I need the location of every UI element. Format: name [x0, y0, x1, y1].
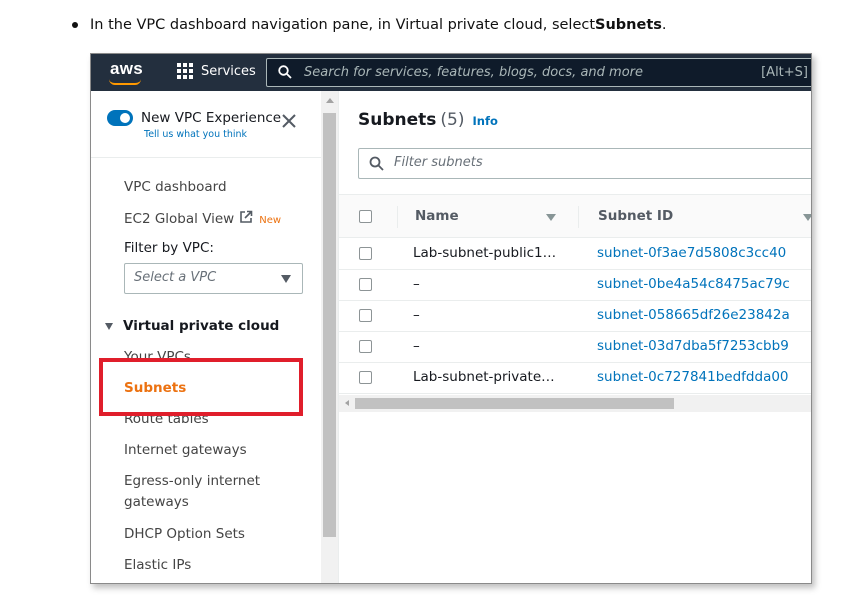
table-row[interactable]: Lab-subnet-private… subnet-0c727841bedfd…	[339, 363, 811, 394]
table-row[interactable]: – subnet-0be4a54c8475ac79c	[339, 270, 811, 301]
table-row[interactable]: – subnet-058665df26e23842a	[339, 301, 811, 332]
page-title: Subnets (5) Info	[358, 110, 498, 130]
sidebar-scrollbar[interactable]	[321, 91, 338, 583]
nav-vpc-dashboard[interactable]: VPC dashboard	[124, 179, 227, 195]
subnet-id-link[interactable]: subnet-058665df26e23842a	[597, 307, 790, 323]
table-header: Name Subnet ID	[339, 195, 811, 238]
instruction-suffix: .	[661, 17, 667, 33]
divider	[91, 157, 321, 158]
new-experience-label: New VPC Experience	[141, 110, 282, 126]
services-label: Services	[201, 63, 256, 79]
subnet-name: Lab-subnet-public1…	[413, 245, 557, 261]
bullet-icon	[72, 22, 78, 28]
table-row[interactable]: Lab-subnet-public1… subnet-0f3ae7d5808c3…	[339, 239, 811, 270]
external-link-icon	[240, 210, 253, 223]
nav-internet-gateways[interactable]: Internet gateways	[124, 442, 247, 458]
column-separator	[578, 206, 579, 228]
scrollbar-thumb[interactable]	[355, 398, 674, 409]
table-horizontal-scrollbar[interactable]	[339, 395, 811, 412]
column-header-subnet-id[interactable]: Subnet ID	[598, 208, 673, 224]
nav-elastic-ips[interactable]: Elastic IPs	[124, 557, 191, 573]
scroll-left-icon[interactable]	[345, 400, 349, 406]
nav-ec2-global-view[interactable]: EC2 Global View New	[124, 210, 281, 227]
subnet-name: –	[413, 307, 420, 323]
close-icon[interactable]	[280, 112, 298, 130]
row-checkbox[interactable]	[359, 340, 372, 353]
subnet-count: (5)	[440, 110, 465, 130]
subnet-name: Lab-subnet-private…	[413, 369, 555, 385]
nav-egress-line1: Egress-only internet	[124, 473, 261, 489]
nav-ec2-global-view-label: EC2 Global View	[124, 211, 235, 227]
select-all-checkbox[interactable]	[359, 210, 372, 223]
vpc-navigation-pane: New VPC Experience Tell us what you thin…	[91, 91, 339, 583]
sort-caret-icon[interactable]	[803, 214, 811, 221]
section-virtual-private-cloud[interactable]: Virtual private cloud	[105, 318, 279, 334]
instruction-prefix: In the VPC dashboard navigation pane, in…	[90, 17, 596, 33]
caret-down-icon	[281, 275, 291, 283]
nav-egress-line2: gateways	[124, 494, 189, 510]
page-title-text: Subnets	[358, 110, 437, 130]
subnet-name: –	[413, 338, 420, 354]
new-badge: New	[259, 215, 282, 226]
column-separator	[397, 206, 398, 228]
row-checkbox[interactable]	[359, 278, 372, 291]
row-checkbox[interactable]	[359, 309, 372, 322]
services-menu-button[interactable]: Services	[177, 63, 256, 79]
nav-egress-only-gateways[interactable]: Egress-only internet gateways	[124, 473, 260, 510]
top-navigation-bar: aws Services Search for services, featur…	[91, 54, 811, 91]
highlight-annotation	[99, 358, 303, 416]
subnets-panel: Subnets (5) Info Filter subnets Name Subne…	[339, 91, 811, 583]
section-title: Virtual private cloud	[123, 318, 280, 334]
subnet-id-link[interactable]: subnet-03d7dba5f7253cbb9	[597, 338, 789, 354]
expand-caret-icon	[105, 322, 113, 330]
grid-menu-icon	[177, 63, 193, 79]
sort-caret-icon[interactable]	[546, 214, 556, 221]
subnet-name: –	[413, 276, 420, 292]
scrollbar-thumb[interactable]	[323, 113, 336, 537]
search-icon	[278, 65, 292, 79]
new-experience-toggle[interactable]	[107, 110, 133, 126]
filter-subnets-input[interactable]: Filter subnets	[358, 148, 811, 179]
filter-by-vpc-label: Filter by VPC:	[124, 240, 214, 256]
aws-logo[interactable]: aws	[110, 59, 143, 79]
row-checkbox[interactable]	[359, 247, 372, 260]
instruction-text: In the VPC dashboard navigation pane, in…	[72, 17, 667, 33]
aws-smile-icon	[109, 79, 141, 85]
subnet-id-link[interactable]: subnet-0f3ae7d5808c3cc40	[597, 245, 786, 261]
scroll-up-icon[interactable]	[326, 98, 334, 103]
feedback-link[interactable]: Tell us what you think	[144, 129, 247, 140]
info-link[interactable]: Info	[473, 114, 498, 128]
vpc-select-placeholder: Select a VPC	[134, 270, 217, 285]
search-icon	[369, 156, 384, 171]
vpc-select[interactable]: Select a VPC	[124, 263, 303, 294]
column-header-name[interactable]: Name	[415, 208, 459, 224]
global-search-input[interactable]: Search for services, features, blogs, do…	[266, 58, 811, 87]
filter-placeholder: Filter subnets	[394, 155, 483, 170]
subnet-id-link[interactable]: subnet-0be4a54c8475ac79c	[597, 276, 790, 292]
subnet-id-link[interactable]: subnet-0c727841bedfdda00	[597, 369, 789, 385]
search-shortcut: [Alt+S]	[761, 65, 808, 80]
row-checkbox[interactable]	[359, 371, 372, 384]
console-screenshot: aws Services Search for services, featur…	[90, 53, 812, 584]
table-row[interactable]: – subnet-03d7dba5f7253cbb9	[339, 332, 811, 363]
nav-dhcp-option-sets[interactable]: DHCP Option Sets	[124, 526, 245, 542]
instruction-emphasis: Subnets	[595, 17, 662, 33]
search-placeholder: Search for services, features, blogs, do…	[304, 65, 643, 80]
